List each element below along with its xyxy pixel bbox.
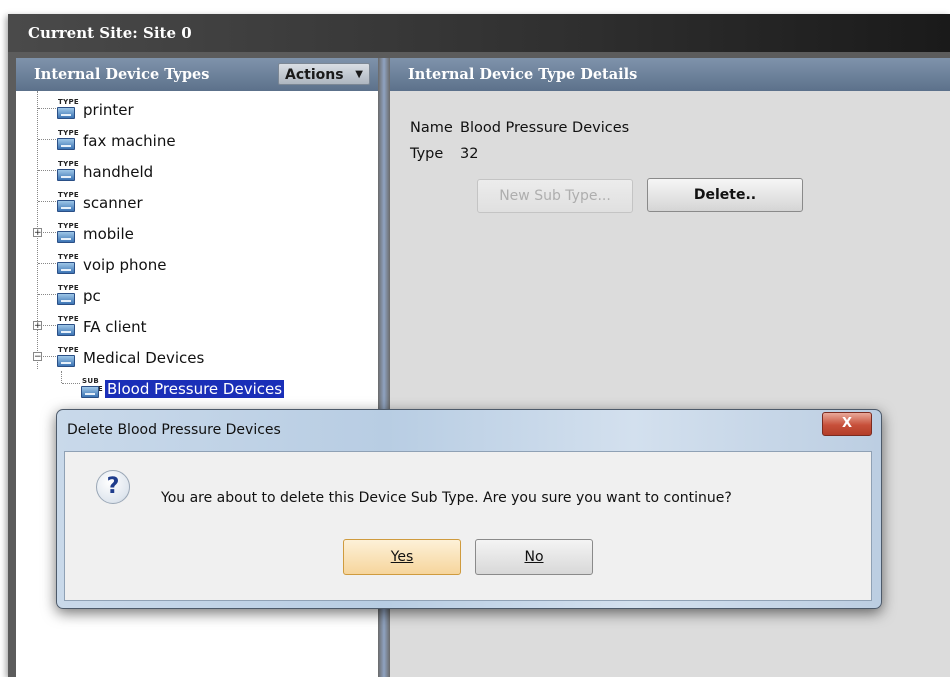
- tree-item-blood-pressure-devices[interactable]: SUB TYPE Blood Pressure Devices: [80, 370, 285, 401]
- dialog-body: ? You are about to delete this Device Su…: [64, 451, 872, 601]
- device-types-header: Internal Device Types Actions ▼: [16, 58, 378, 91]
- tree-item-label: FA client: [83, 318, 147, 336]
- tree-item-label: Medical Devices: [83, 349, 205, 367]
- tree-item-voip-phone[interactable]: TYPE voip phone: [56, 246, 168, 277]
- device-type-icon: TYPE: [56, 284, 79, 308]
- confirmation-message: You are about to delete this Device Sub …: [161, 490, 732, 506]
- tree-connector: [61, 371, 62, 383]
- device-types-title: Internal Device Types: [34, 66, 210, 83]
- close-icon: X: [841, 416, 853, 431]
- device-type-icon: TYPE: [56, 98, 79, 122]
- collapse-medical-devices-toggle[interactable]: −: [33, 352, 42, 362]
- name-value: Blood Pressure Devices: [460, 120, 630, 136]
- type-value: 32: [460, 146, 479, 162]
- tree-item-label: pc: [83, 287, 101, 305]
- name-label: Name: [410, 120, 453, 136]
- tree-item-fax-machine[interactable]: TYPE fax machine: [56, 122, 178, 153]
- chevron-down-icon: ▼: [355, 69, 363, 80]
- device-type-icon: TYPE: [56, 253, 79, 277]
- detail-name-row: Name Blood Pressure Devices: [410, 120, 629, 136]
- type-label: Type: [410, 146, 444, 162]
- tree-item-handheld[interactable]: TYPE handheld: [56, 153, 155, 184]
- actions-label: Actions: [285, 67, 344, 83]
- device-type-icon: TYPE: [56, 160, 79, 184]
- tree-item-label: Blood Pressure Devices: [105, 380, 285, 398]
- tree-item-label: mobile: [83, 225, 134, 243]
- delete-button[interactable]: Delete..: [647, 178, 803, 212]
- current-site-label: Current Site:: [28, 24, 138, 42]
- tree-item-mobile[interactable]: TYPE mobile: [56, 215, 136, 246]
- new-sub-type-button[interactable]: New Sub Type...: [477, 179, 633, 213]
- device-type-icon: TYPE: [56, 129, 79, 153]
- tree-item-scanner[interactable]: TYPE scanner: [56, 184, 145, 215]
- tree-item-printer[interactable]: TYPE printer: [56, 91, 136, 122]
- delete-confirmation-dialog: Delete Blood Pressure Devices X ? You ar…: [56, 409, 882, 609]
- device-sub-type-icon: SUB TYPE: [80, 377, 103, 401]
- question-icon: ?: [96, 470, 130, 504]
- yes-label: Yes: [390, 549, 414, 565]
- current-site-header: Current Site: Site 0: [8, 14, 950, 52]
- tree-item-pc[interactable]: TYPE pc: [56, 277, 103, 308]
- actions-dropdown-button[interactable]: Actions ▼: [278, 63, 370, 85]
- detail-type-row: Type 32: [410, 146, 478, 162]
- tree-item-label: voip phone: [83, 256, 167, 274]
- tree-item-label: printer: [83, 101, 134, 119]
- no-label: No: [524, 549, 544, 565]
- device-type-icon: TYPE: [56, 315, 79, 339]
- no-button[interactable]: No: [475, 539, 593, 575]
- expand-fa-client-toggle[interactable]: +: [33, 321, 42, 331]
- tree-item-fa-client[interactable]: TYPE FA client: [56, 308, 148, 339]
- device-type-icon: TYPE: [56, 222, 79, 246]
- device-type-details-header: Internal Device Type Details: [390, 58, 950, 91]
- close-button[interactable]: X: [822, 412, 872, 436]
- tree-item-label: fax machine: [83, 132, 176, 150]
- yes-button[interactable]: Yes: [343, 539, 461, 575]
- device-type-icon: TYPE: [56, 346, 79, 370]
- tree-item-label: scanner: [83, 194, 143, 212]
- current-site-value: Site 0: [143, 24, 192, 42]
- tree-item-medical-devices[interactable]: TYPE Medical Devices: [56, 339, 206, 370]
- dialog-title: Delete Blood Pressure Devices: [67, 422, 281, 438]
- device-type-details-title: Internal Device Type Details: [408, 66, 638, 83]
- expand-mobile-toggle[interactable]: +: [33, 228, 42, 238]
- tree-item-label: handheld: [83, 163, 154, 181]
- device-type-icon: TYPE: [56, 191, 79, 215]
